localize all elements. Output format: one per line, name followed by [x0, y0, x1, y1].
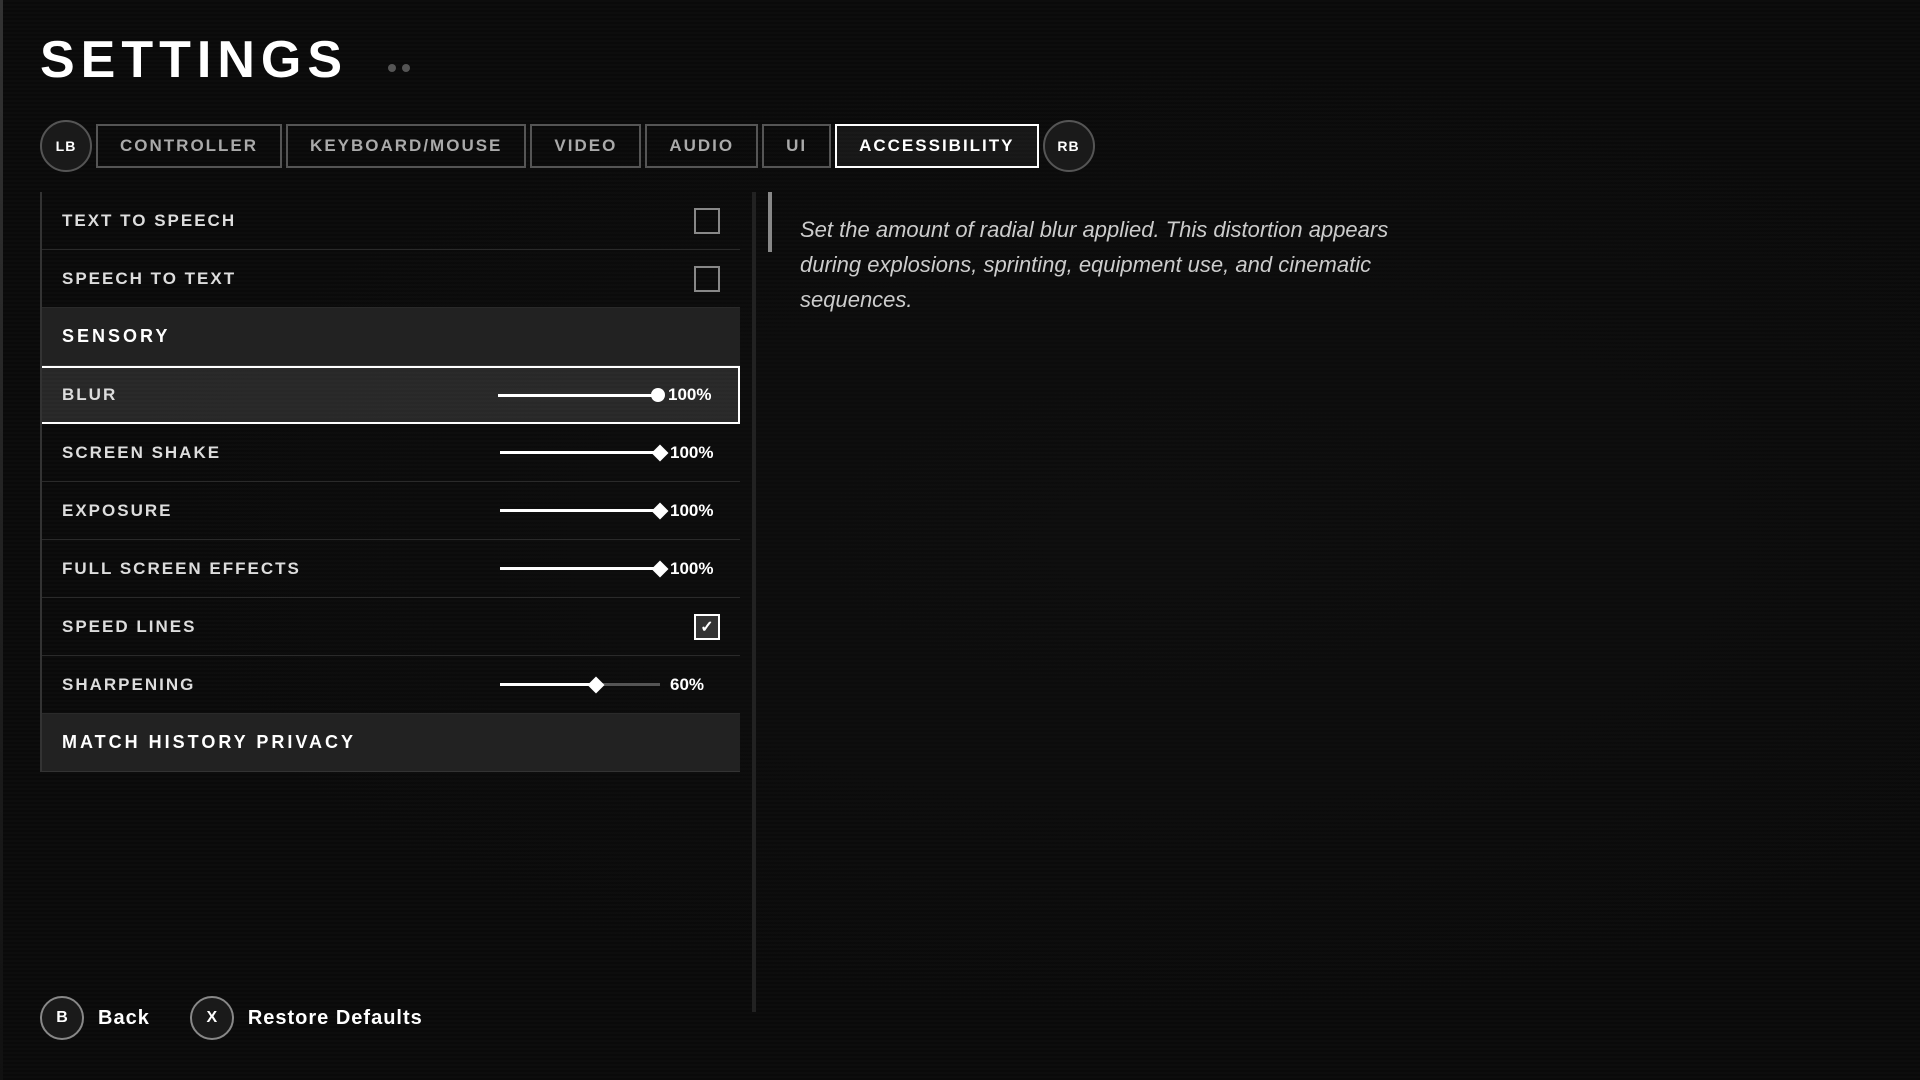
checkbox-speed-lines[interactable] — [694, 614, 720, 640]
setting-label-blur: BLUR — [62, 385, 117, 405]
tab-controller[interactable]: CONTROLLER — [96, 124, 282, 168]
setting-row-text-to-speech[interactable]: TEXT TO SPEECH — [42, 192, 740, 250]
main-content: TEXT TO SPEECH SPEECH TO TEXT SENSORY — [40, 192, 1880, 1012]
sharpening-value: 60% — [670, 675, 720, 695]
screen-shake-value: 100% — [670, 443, 720, 463]
setting-label-text-to-speech: TEXT TO SPEECH — [62, 211, 236, 231]
setting-label-sharpening: SHARPENING — [62, 675, 195, 695]
blur-slider-track[interactable] — [498, 394, 658, 397]
setting-label-speech-to-text: SPEECH TO TEXT — [62, 269, 236, 289]
setting-label-exposure: EXPOSURE — [62, 501, 172, 521]
scrollbar-thumb[interactable] — [768, 192, 772, 252]
setting-row-sharpening[interactable]: SHARPENING 60% — [42, 656, 740, 714]
settings-list: TEXT TO SPEECH SPEECH TO TEXT SENSORY — [40, 192, 740, 772]
page-title: SETTINGS — [40, 30, 348, 90]
blur-slider-fill — [498, 394, 658, 397]
tab-video[interactable]: VIDEO — [530, 124, 641, 168]
full-screen-effects-value: 100% — [670, 559, 720, 579]
screen-shake-slider-fill — [500, 451, 660, 454]
setting-row-screen-shake[interactable]: SCREEN SHAKE 100% — [42, 424, 740, 482]
category-label-match-history-privacy: MATCH HISTORY PRIVACY — [62, 732, 356, 753]
full-screen-effects-slider-track[interactable] — [500, 567, 660, 570]
description-text: Set the amount of radial blur applied. T… — [800, 212, 1400, 318]
setting-label-screen-shake: SCREEN SHAKE — [62, 443, 221, 463]
checkbox-text-to-speech[interactable] — [694, 208, 720, 234]
setting-row-exposure[interactable]: EXPOSURE 100% — [42, 482, 740, 540]
blur-value: 100% — [668, 385, 718, 405]
category-sensory: SENSORY — [42, 308, 740, 366]
tab-audio[interactable]: AUDIO — [645, 124, 758, 168]
setting-label-full-screen-effects: FULL SCREEN EFFECTS — [62, 559, 301, 579]
rb-button[interactable]: RB — [1043, 120, 1095, 172]
exposure-value: 100% — [670, 501, 720, 521]
category-label-sensory: SENSORY — [62, 326, 170, 347]
setting-control-blur: 100% — [498, 385, 718, 405]
tab-accessibility[interactable]: ACCESSIBILITY — [835, 124, 1038, 168]
sharpening-slider-track[interactable] — [500, 683, 660, 686]
exposure-slider-fill — [500, 509, 660, 512]
back-button-label: Back — [98, 1007, 150, 1030]
tab-keyboard-mouse[interactable]: KEYBOARD/MOUSE — [286, 124, 526, 168]
back-button-group[interactable]: B Back — [40, 996, 150, 1040]
scrollbar-track — [752, 192, 756, 1012]
exposure-slider-track[interactable] — [500, 509, 660, 512]
bottom-bar: B Back X Restore Defaults — [40, 996, 423, 1040]
screen-shake-slider-track[interactable] — [500, 451, 660, 454]
blur-slider-thumb — [651, 388, 665, 402]
back-button-icon: B — [40, 996, 84, 1040]
description-panel: Set the amount of radial blur applied. T… — [800, 192, 1880, 1012]
exposure-slider-thumb — [652, 502, 669, 519]
setting-row-full-screen-effects[interactable]: FULL SCREEN EFFECTS 100% — [42, 540, 740, 598]
screen-shake-slider-thumb — [652, 444, 669, 461]
sharpening-slider-thumb — [588, 676, 605, 693]
tab-ui[interactable]: UI — [762, 124, 831, 168]
setting-control-text-to-speech — [694, 208, 720, 234]
header: SETTINGS — [40, 30, 1880, 90]
setting-control-screen-shake: 100% — [500, 443, 720, 463]
nav-dots — [388, 64, 410, 90]
restore-defaults-button-group[interactable]: X Restore Defaults — [190, 996, 423, 1040]
setting-control-full-screen-effects: 100% — [500, 559, 720, 579]
setting-control-speech-to-text — [694, 266, 720, 292]
sharpening-slider-fill — [500, 683, 596, 686]
setting-control-exposure: 100% — [500, 501, 720, 521]
page-container: SETTINGS LB CONTROLLER KEYBOARD/MOUSE VI… — [0, 0, 1920, 1080]
nav-dot-1 — [388, 64, 396, 72]
full-screen-effects-slider-thumb — [652, 560, 669, 577]
setting-row-speech-to-text[interactable]: SPEECH TO TEXT — [42, 250, 740, 308]
setting-row-blur[interactable]: BLUR 100% — [42, 366, 740, 424]
restore-defaults-button-label: Restore Defaults — [248, 1007, 423, 1030]
setting-label-speed-lines: SPEED LINES — [62, 617, 196, 637]
full-screen-effects-slider-fill — [500, 567, 660, 570]
setting-control-sharpening: 60% — [500, 675, 720, 695]
setting-control-speed-lines — [694, 614, 720, 640]
category-match-history-privacy: MATCH HISTORY PRIVACY — [42, 714, 740, 772]
tabs-container: LB CONTROLLER KEYBOARD/MOUSE VIDEO AUDIO… — [40, 120, 1880, 172]
nav-dot-2 — [402, 64, 410, 72]
checkbox-speech-to-text[interactable] — [694, 266, 720, 292]
left-border-accent — [0, 0, 3, 1080]
settings-panel: TEXT TO SPEECH SPEECH TO TEXT SENSORY — [40, 192, 740, 1012]
restore-defaults-button-icon: X — [190, 996, 234, 1040]
lb-button[interactable]: LB — [40, 120, 92, 172]
setting-row-speed-lines[interactable]: SPEED LINES — [42, 598, 740, 656]
